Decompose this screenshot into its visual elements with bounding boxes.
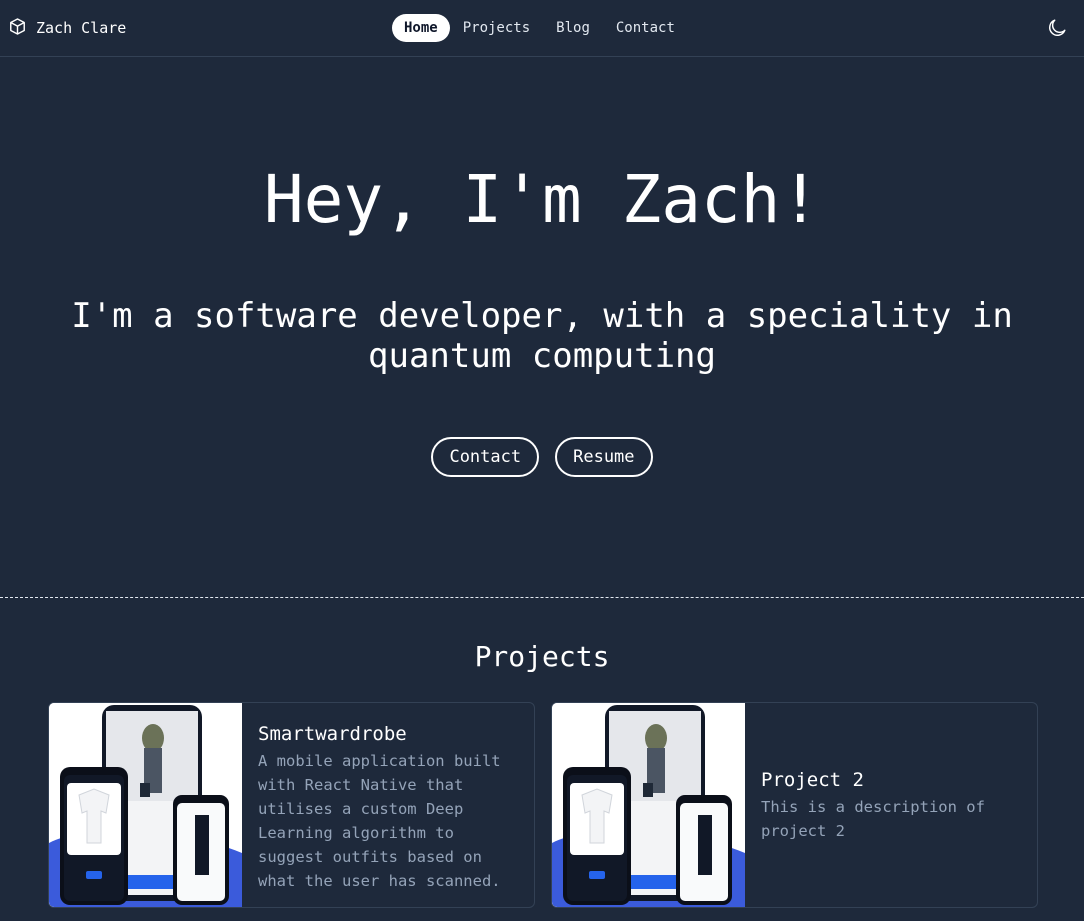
hero-title: Hey, I'm Zach! <box>263 161 821 238</box>
project-description: A mobile application built with React Na… <box>258 752 501 890</box>
project-title: Project 2 <box>761 769 864 791</box>
project-card[interactable]: Smartwardrobe A mobile application built… <box>48 702 535 908</box>
nav-link-contact[interactable]: Contact <box>603 14 688 42</box>
theme-toggle-button[interactable] <box>1046 17 1068 39</box>
project-description: This is a description of project 2 <box>761 798 985 840</box>
project-thumbnail <box>49 703 242 907</box>
nav-link-home[interactable]: Home <box>392 14 450 42</box>
nav-link-blog[interactable]: Blog <box>543 14 603 42</box>
project-card[interactable]: Project 2 This is a description of proje… <box>551 702 1038 908</box>
nav-link-projects[interactable]: Projects <box>450 14 543 42</box>
projects-heading: Projects <box>474 640 610 673</box>
cube-icon <box>8 17 27 40</box>
project-title: Smartwardrobe <box>258 723 407 745</box>
project-card-body: Project 2 This is a description of proje… <box>745 703 1037 907</box>
section-divider <box>0 597 1084 598</box>
brand-link[interactable]: Zach Clare <box>8 17 126 39</box>
contact-button[interactable]: Contact <box>431 437 540 477</box>
hero-buttons: Contact Resume <box>0 437 1084 477</box>
hero-subtitle: I'm a software developer, with a special… <box>71 296 1013 376</box>
navbar: Zach Clare Home Projects Blog Contact <box>0 0 1084 57</box>
project-thumbnail <box>552 703 745 907</box>
nav-links: Home Projects Blog Contact <box>392 14 688 42</box>
project-card-body: Smartwardrobe A mobile application built… <box>242 703 534 907</box>
resume-button[interactable]: Resume <box>555 437 653 477</box>
brand-name: Zach Clare <box>36 19 127 37</box>
moon-icon <box>1046 19 1068 43</box>
